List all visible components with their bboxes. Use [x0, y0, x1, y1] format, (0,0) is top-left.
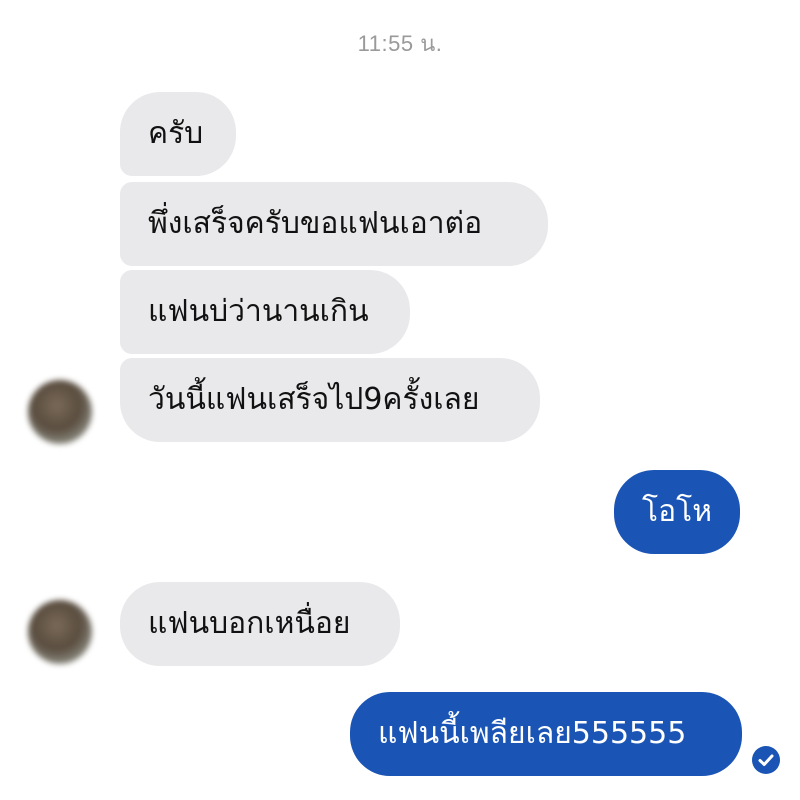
- message-text: แฟนนี้เพลียเลย555555: [378, 716, 687, 751]
- message-text: โอโห: [642, 494, 713, 529]
- message-text: แฟนบ่ว่านานเกิน: [148, 294, 369, 329]
- message-timestamp: 11:55 น.: [357, 31, 443, 56]
- outgoing-message[interactable]: โอโห: [614, 470, 740, 554]
- message-text: วันนี้แฟนเสร็จไป9ครั้งเลย: [148, 382, 480, 417]
- check-circle-icon: [752, 746, 780, 774]
- outgoing-message[interactable]: แฟนนี้เพลียเลย555555: [350, 692, 742, 776]
- incoming-message[interactable]: วันนี้แฟนเสร็จไป9ครั้งเลย: [120, 358, 540, 442]
- message-text: แฟนบอกเหนื่อย: [148, 606, 351, 641]
- incoming-message[interactable]: แฟนบ่ว่านานเกิน: [120, 270, 410, 354]
- incoming-message[interactable]: พึ่งเสร็จครับขอแฟนเอาต่อ: [120, 182, 548, 266]
- message-text: พึ่งเสร็จครับขอแฟนเอาต่อ: [148, 206, 483, 241]
- incoming-message[interactable]: แฟนบอกเหนื่อย: [120, 582, 400, 666]
- chat-thread: 11:55 น. ครับ พึ่งเสร็จครับขอแฟนเอาต่อ แ…: [0, 0, 800, 800]
- incoming-message[interactable]: ครับ: [120, 92, 236, 176]
- contact-avatar[interactable]: [28, 600, 92, 664]
- contact-avatar[interactable]: [28, 380, 92, 444]
- message-text: ครับ: [148, 116, 204, 151]
